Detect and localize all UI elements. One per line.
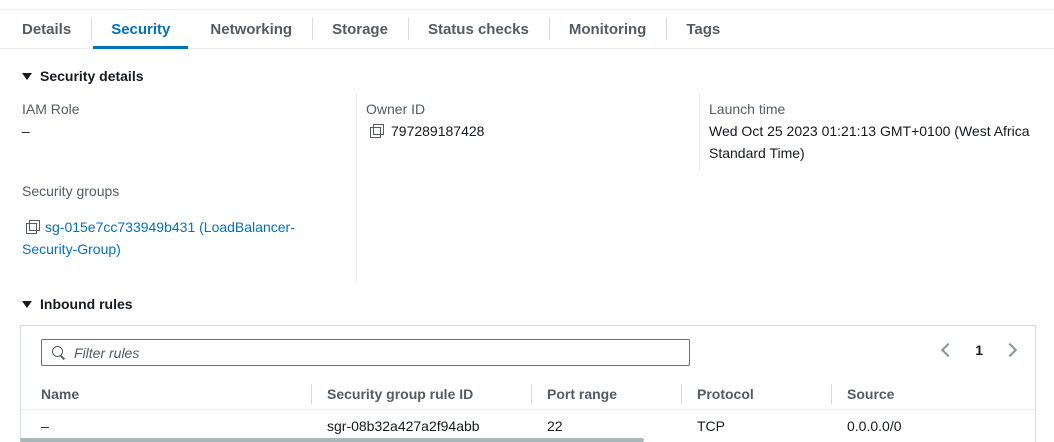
launch-time-value: Wed Oct 25 2023 01:21:13 GMT+0100 (West … — [709, 120, 1030, 164]
owner-id-text: 797289187428 — [391, 123, 485, 139]
launch-time-label: Launch time — [709, 101, 786, 117]
security-group-link[interactable]: sg-015e7cc733949b431 (LoadBalancer- — [45, 219, 295, 235]
tab-tags[interactable]: Tags — [666, 10, 740, 48]
owner-id-label: Owner ID — [366, 101, 426, 117]
caret-down-icon — [22, 300, 32, 308]
pagination: 1 — [941, 342, 1018, 358]
tab-status-checks[interactable]: Status checks — [407, 10, 549, 48]
security-groups-label: Security groups — [22, 183, 120, 199]
inbound-rules-title: Inbound rules — [40, 296, 133, 312]
tab-details[interactable]: Details — [0, 10, 91, 48]
cell-protocol: TCP — [697, 418, 725, 434]
launch-time-line2: Standard Time) — [709, 145, 805, 161]
copy-icon[interactable] — [26, 220, 40, 234]
tab-networking[interactable]: Networking — [190, 10, 312, 48]
column-header-rule-id[interactable]: Security group rule ID — [311, 378, 473, 410]
column-header-source[interactable]: Source — [831, 378, 894, 410]
horizontal-scrollbar[interactable] — [20, 438, 644, 442]
tab-storage[interactable]: Storage — [312, 10, 408, 48]
tab-bar: Details Security Networking Storage Stat… — [0, 10, 1054, 49]
tab-monitoring[interactable]: Monitoring — [548, 10, 666, 48]
column-header-protocol[interactable]: Protocol — [681, 378, 754, 410]
table-header: Name Security group rule ID Port range P… — [21, 378, 1035, 410]
top-border — [0, 0, 1054, 10]
page-number[interactable]: 1 — [975, 342, 983, 358]
copy-icon[interactable] — [370, 124, 384, 138]
search-icon — [52, 346, 65, 359]
iam-role-value: – — [22, 123, 30, 139]
chevron-right-icon[interactable] — [1002, 342, 1018, 358]
security-details-toggle[interactable]: Security details — [22, 68, 144, 84]
tab-security[interactable]: Security — [91, 10, 190, 49]
chevron-left-icon[interactable] — [941, 342, 956, 358]
column-divider — [699, 93, 700, 171]
column-header-name[interactable]: Name — [41, 378, 79, 410]
filter-rules-input[interactable] — [74, 344, 634, 361]
owner-id-value: 797289187428 — [370, 120, 484, 142]
filter-rules-field[interactable] — [41, 339, 690, 366]
caret-down-icon — [22, 72, 32, 80]
security-group-link-cont[interactable]: Security-Group) — [22, 238, 295, 260]
column-header-port-range[interactable]: Port range — [531, 378, 617, 410]
launch-time-line1: Wed Oct 25 2023 01:21:13 GMT+0100 (West … — [709, 123, 1030, 139]
security-group-value: sg-015e7cc733949b431 (LoadBalancer- Secu… — [22, 216, 295, 260]
iam-role-label: IAM Role — [22, 101, 80, 117]
security-details-title: Security details — [40, 68, 144, 84]
inbound-rules-table: 1 Name Security group rule ID Port range… — [20, 325, 1036, 442]
inbound-rules-toggle[interactable]: Inbound rules — [22, 296, 133, 312]
cell-source: 0.0.0.0/0 — [847, 418, 902, 434]
column-divider — [356, 93, 357, 281]
